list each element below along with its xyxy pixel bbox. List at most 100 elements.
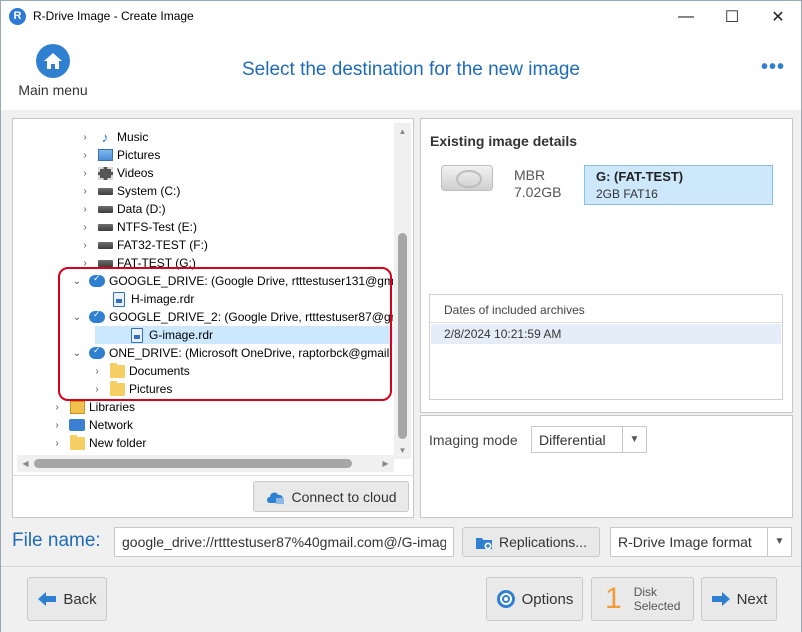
tree-item[interactable]: G-image.rdr [95,326,393,344]
drive-icon [97,237,113,253]
tree-item[interactable]: › Pictures [79,146,160,164]
chevron-right-icon[interactable]: › [79,257,91,269]
folder-icon [69,434,85,451]
tree-item[interactable]: › Documents [91,362,190,380]
connect-to-cloud-button[interactable]: Connect to cloud [253,481,409,512]
replications-button[interactable]: Replications... [462,527,600,557]
tree-item-label: Music [117,130,149,144]
connect-to-cloud-label: Connect to cloud [291,488,397,505]
wizard-footer: Back Options 1 Disk Selected Next [1,566,801,632]
file-name-label: File name: [12,530,101,551]
cloud-connect-icon [265,489,285,505]
existing-image-details-panel: Existing image details MBR 7.02GB G: (FA… [420,118,793,413]
tree-item[interactable]: › Libraries [51,398,135,416]
archive-row[interactable]: 2/8/2024 10:21:59 AM [431,324,781,344]
chevron-right-icon[interactable]: › [91,383,103,395]
tree-item[interactable]: › Data (D:) [79,200,165,218]
archives-list: Dates of included archives 2/8/2024 10:2… [429,294,783,400]
vertical-scroll-thumb[interactable] [398,233,407,439]
archives-header-label: Dates of included archives [444,303,585,317]
imaging-mode-select[interactable]: Differential ▼ [531,426,647,453]
tree-item[interactable]: › Network [51,416,133,434]
imaging-mode-label: Imaging mode [429,432,518,448]
tree-item-label: G-image.rdr [149,328,214,342]
chevron-right-icon[interactable]: › [79,149,91,161]
tree-item[interactable]: › FAT32-TEST (F:) [79,236,208,254]
pictures-icon [97,147,113,163]
main-menu-button[interactable]: Main menu [13,44,93,98]
chevron-right-icon[interactable]: › [79,203,91,215]
horizontal-scroll-thumb[interactable] [34,459,352,468]
file-name-input[interactable] [114,527,454,557]
destination-tree-panel: › ♪ Music › Pictures › Videos › System (C:) › Data… [12,118,414,518]
tree-item[interactable]: › Pictures [91,380,172,398]
disk-selected-text: Disk Selected [634,585,681,613]
tree-item-label: Libraries [89,400,136,414]
chevron-right-icon[interactable]: › [79,185,91,197]
tree-item-label: FAT-TEST (G:) [117,256,196,270]
chevron-down-icon[interactable]: ⌄ [71,275,83,287]
imaging-mode-panel: Imaging mode Differential ▼ [420,415,793,518]
chevron-right-icon[interactable]: › [91,365,103,377]
tree-item-label: Network [89,418,134,432]
disk-size: 7.02GB [514,184,562,200]
cloud-icon [89,309,105,325]
scroll-left-icon[interactable]: ◀ [17,455,34,472]
tree-item[interactable]: › System (C:) [79,182,180,200]
tree-vertical-scrollbar[interactable]: ▲ ▼ [394,123,411,459]
chevron-right-icon[interactable]: › [79,239,91,251]
tree-item[interactable]: › NTFS-Test (E:) [79,218,197,236]
chevron-right-icon[interactable]: › [79,221,91,233]
tree-item-label: GOOGLE_DRIVE: (Google Drive, rtttestuser… [109,274,393,288]
videos-icon [97,165,113,181]
tree-item[interactable]: › ♪ Music [79,128,148,146]
partition-tile[interactable]: G: (FAT-TEST) 2GB FAT16 [584,165,773,205]
chevron-right-icon[interactable]: › [51,419,63,431]
tree-item-label: Pictures [117,148,161,162]
tree-item[interactable]: ⌄ GOOGLE_DRIVE: (Google Drive, rtttestuse… [71,272,393,290]
drive-icon [97,219,113,235]
chevron-right-icon[interactable]: › [79,131,91,143]
folder-icon [109,362,125,379]
next-button[interactable]: Next [701,577,777,621]
image-format-select[interactable]: R-Drive Image format ▼ [610,527,792,557]
tree-item-label: Videos [117,166,154,180]
chevron-down-icon[interactable]: ⌄ [71,347,83,359]
minimize-button[interactable]: — [663,1,709,32]
chevron-down-icon[interactable]: ▼ [767,528,791,556]
tree-item-label: ONE_DRIVE: (Microsoft OneDrive, raptorbc… [109,346,393,360]
scroll-up-icon[interactable]: ▲ [394,123,411,140]
tree-item[interactable]: › Videos [79,164,153,182]
divider [13,475,413,476]
next-label: Next [736,590,768,608]
image-format-value: R-Drive Image format [618,534,752,550]
back-button[interactable]: Back [27,577,107,621]
scroll-down-icon[interactable]: ▼ [394,442,411,459]
tree-item-label: System (C:) [117,184,181,198]
options-button[interactable]: Options [486,577,583,621]
chevron-right-icon[interactable]: › [51,401,63,413]
disk-selected-indicator[interactable]: 1 Disk Selected [591,577,694,621]
more-options-icon[interactable]: ••• [761,56,785,79]
image-file-icon [129,327,145,343]
tree-item-label: Documents [129,364,190,378]
chevron-right-icon[interactable]: › [79,167,91,179]
imaging-mode-value: Differential [539,432,606,448]
add-folder-icon [475,535,493,550]
close-button[interactable]: ✕ [755,1,801,32]
tree-item[interactable]: ⌄ GOOGLE_DRIVE_2: (Google Drive, rtttestu… [71,308,393,326]
tree-horizontal-scrollbar[interactable]: ◀ ▶ [17,455,394,472]
chevron-down-icon[interactable]: ⌄ [71,311,83,323]
chevron-down-icon[interactable]: ▼ [622,427,646,452]
tree-item[interactable]: ⌄ ONE_DRIVE: (Microsoft OneDrive, raptorb… [71,344,393,362]
maximize-button[interactable]: ☐ [709,1,755,32]
chevron-right-icon[interactable]: › [51,437,63,449]
scroll-right-icon[interactable]: ▶ [377,455,394,472]
cloud-icon [89,345,105,361]
tree-item[interactable]: › FAT-TEST (G:) [79,254,196,272]
tree-item-label: GOOGLE_DRIVE_2: (Google Drive, rtttestus… [109,310,393,324]
tree-item[interactable]: › New folder [51,434,146,452]
tree-item[interactable]: H-image.rdr [93,290,194,308]
details-title: Existing image details [430,133,578,149]
tree-item-label: Pictures [129,382,173,396]
